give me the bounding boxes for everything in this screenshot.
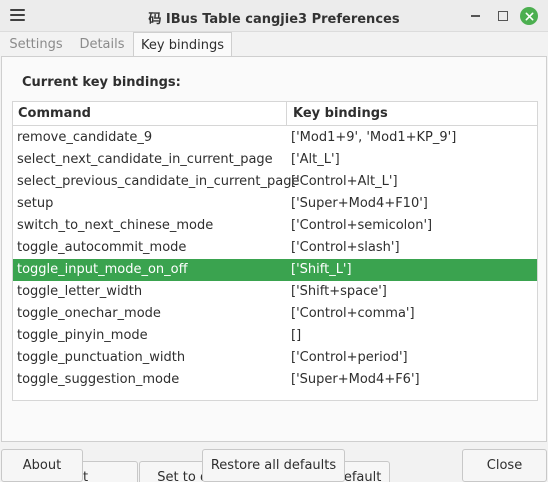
table-row[interactable]: setup ['Super+Mod4+F10'] (13, 193, 537, 215)
title-bar: 码 IBus Table cangjie3 Preferences (0, 0, 548, 32)
close-icon[interactable] (520, 7, 538, 25)
table-row[interactable]: toggle_onechar_mode ['Control+comma'] (13, 303, 537, 325)
command-cell: toggle_pinyin_mode (17, 328, 148, 343)
command-cell: toggle_letter_width (17, 284, 143, 299)
command-cell: toggle_autocommit_mode (17, 240, 187, 255)
table-row[interactable]: select_previous_candidate_in_current_pag… (13, 171, 537, 193)
key-binding-cell: ['Shift_L'] (291, 262, 352, 277)
key-binding-cell: ['Shift+space'] (291, 284, 387, 299)
key-binding-cell: ['Super+Mod4+F6'] (291, 372, 420, 387)
maximize-icon[interactable] (494, 7, 512, 25)
about-button[interactable]: About (1, 449, 83, 482)
key-binding-cell: ['Control+semicolon'] (291, 218, 433, 233)
key-binding-cell: ['Control+comma'] (291, 306, 415, 321)
key-binding-cell: ['Control+Alt_L'] (291, 174, 398, 189)
table-header: Command Key bindings (13, 102, 537, 126)
tab-bar: Settings Details Key bindings (0, 32, 548, 58)
key-binding-cell: ['Mod1+9', 'Mod1+KP_9'] (291, 130, 457, 145)
command-cell: remove_candidate_9 (17, 130, 153, 145)
command-cell: select_next_candidate_in_current_page (17, 152, 273, 167)
section-title: Current key bindings: (22, 75, 181, 90)
tab-details[interactable]: Details (73, 34, 131, 57)
command-cell: toggle_suggestion_mode (17, 372, 180, 387)
key-binding-cell: ['Super+Mod4+F10'] (291, 196, 428, 211)
key-bindings-table[interactable]: Command Key bindings remove_candidate_8[… (12, 101, 538, 401)
close-button[interactable]: Close (462, 449, 547, 482)
command-cell: switch_to_next_chinese_mode (17, 218, 214, 233)
key-binding-cell: ['Control+slash'] (291, 240, 400, 255)
table-row[interactable]: remove_candidate_9 ['Mod1+9', 'Mod1+KP_9'… (13, 127, 537, 149)
key-bindings-panel: Current key bindings: Command Key bindin… (1, 56, 547, 482)
minimize-icon[interactable] (466, 7, 484, 25)
key-binding-cell: [] (291, 328, 302, 343)
table-row[interactable]: toggle_input_mode_on_off ['Shift_L'] (13, 259, 537, 281)
column-header-command[interactable]: Command (18, 106, 91, 121)
table-row[interactable]: toggle_suggestion_mode ['Super+Mod4+F6'] (13, 369, 537, 391)
table-row[interactable]: select_next_candidate_in_current_page ['A… (13, 149, 537, 171)
table-row[interactable]: toggle_letter_width ['Shift+space'] (13, 281, 537, 303)
key-binding-cell: ['Alt_L'] (291, 152, 340, 167)
command-cell: toggle_input_mode_on_off (17, 262, 188, 277)
tab-key-bindings[interactable]: Key bindings (133, 32, 232, 58)
table-row[interactable]: toggle_punctuation_width ['Control+period… (13, 347, 537, 369)
tab-settings[interactable]: Settings (4, 34, 68, 57)
command-cell: toggle_punctuation_width (17, 350, 186, 365)
table-row[interactable]: toggle_pinyin_mode [] (13, 325, 537, 347)
column-header-key-bindings[interactable]: Key bindings (293, 106, 388, 121)
command-cell: toggle_onechar_mode (17, 306, 161, 321)
column-divider[interactable] (286, 102, 287, 126)
command-cell: setup (17, 196, 54, 211)
table-row[interactable]: toggle_autocommit_mode ['Control+slash'] (13, 237, 537, 259)
table-body: remove_candidate_8['Mod1+8', 'Mod1+KP_8'… (13, 105, 537, 391)
key-binding-cell: ['Control+period'] (291, 350, 408, 365)
command-cell: select_previous_candidate_in_current_pag… (17, 174, 300, 189)
table-row[interactable]: switch_to_next_chinese_mode ['Control+sem… (13, 215, 537, 237)
restore-all-defaults-button[interactable]: Restore all defaults (202, 449, 345, 482)
